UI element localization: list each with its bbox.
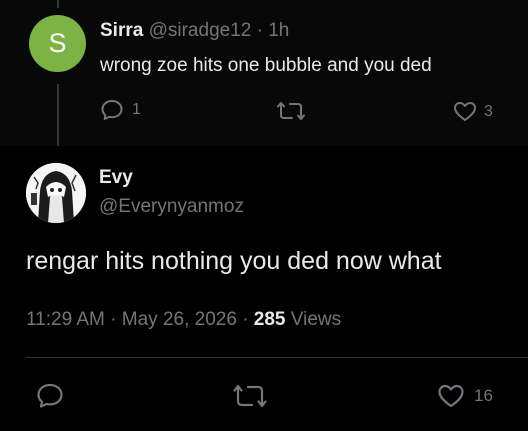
- tweet-meta: 11:29 AM · May 26, 2026 · 285 Views: [26, 309, 341, 331]
- speech-bubble-icon: [101, 100, 123, 120]
- reply-like-button[interactable]: 3: [453, 101, 493, 122]
- reply-header: Sirra @siradge12 · 1h: [100, 20, 289, 42]
- tweet-time[interactable]: 11:29 AM: [26, 309, 105, 330]
- reply-author-name[interactable]: Sirra: [100, 20, 143, 41]
- avatar-letter: S: [48, 28, 67, 58]
- author-handle[interactable]: @Everynyanmoz: [99, 196, 244, 218]
- reply-like-count: 3: [484, 102, 493, 120]
- views-label: Views: [290, 309, 342, 330]
- author-name[interactable]: Evy: [99, 167, 133, 189]
- tweet-date[interactable]: May 26, 2026: [122, 309, 237, 330]
- reply-reply-button[interactable]: 1: [100, 99, 141, 121]
- speech-bubble-icon: [37, 383, 63, 408]
- like-count: 16: [474, 386, 493, 405]
- meta-separator: ·: [110, 309, 117, 330]
- meta-separator: ·: [242, 309, 249, 330]
- divider: [26, 357, 528, 358]
- reply-tweet[interactable]: S Sirra @siradge12 · 1h wrong zoe hits o…: [0, 0, 528, 146]
- reply-separator: ·: [256, 20, 263, 41]
- reply-repost-button[interactable]: [277, 101, 305, 121]
- reply-author-handle[interactable]: @siradge12: [149, 20, 252, 41]
- reply-time[interactable]: 1h: [268, 20, 289, 41]
- thread-line-bottom: [57, 84, 59, 146]
- repost-button[interactable]: [233, 384, 267, 408]
- reply-text: wrong zoe hits one bubble and you ded: [100, 55, 432, 76]
- avatar[interactable]: S: [29, 15, 86, 72]
- heart-icon: [438, 384, 464, 408]
- anime-avatar-image: [26, 163, 86, 223]
- thread-line-top: [57, 0, 59, 8]
- reply-button[interactable]: [36, 383, 64, 409]
- repost-arrows-icon: [233, 384, 267, 408]
- repost-arrows-icon: [277, 102, 305, 120]
- like-button[interactable]: 16: [437, 384, 493, 408]
- reply-reply-count: 1: [132, 101, 141, 118]
- heart-icon: [454, 102, 476, 121]
- avatar[interactable]: [26, 163, 86, 223]
- tweet-text: rengar hits nothing you ded now what: [26, 247, 442, 275]
- views-count: 285: [253, 309, 286, 330]
